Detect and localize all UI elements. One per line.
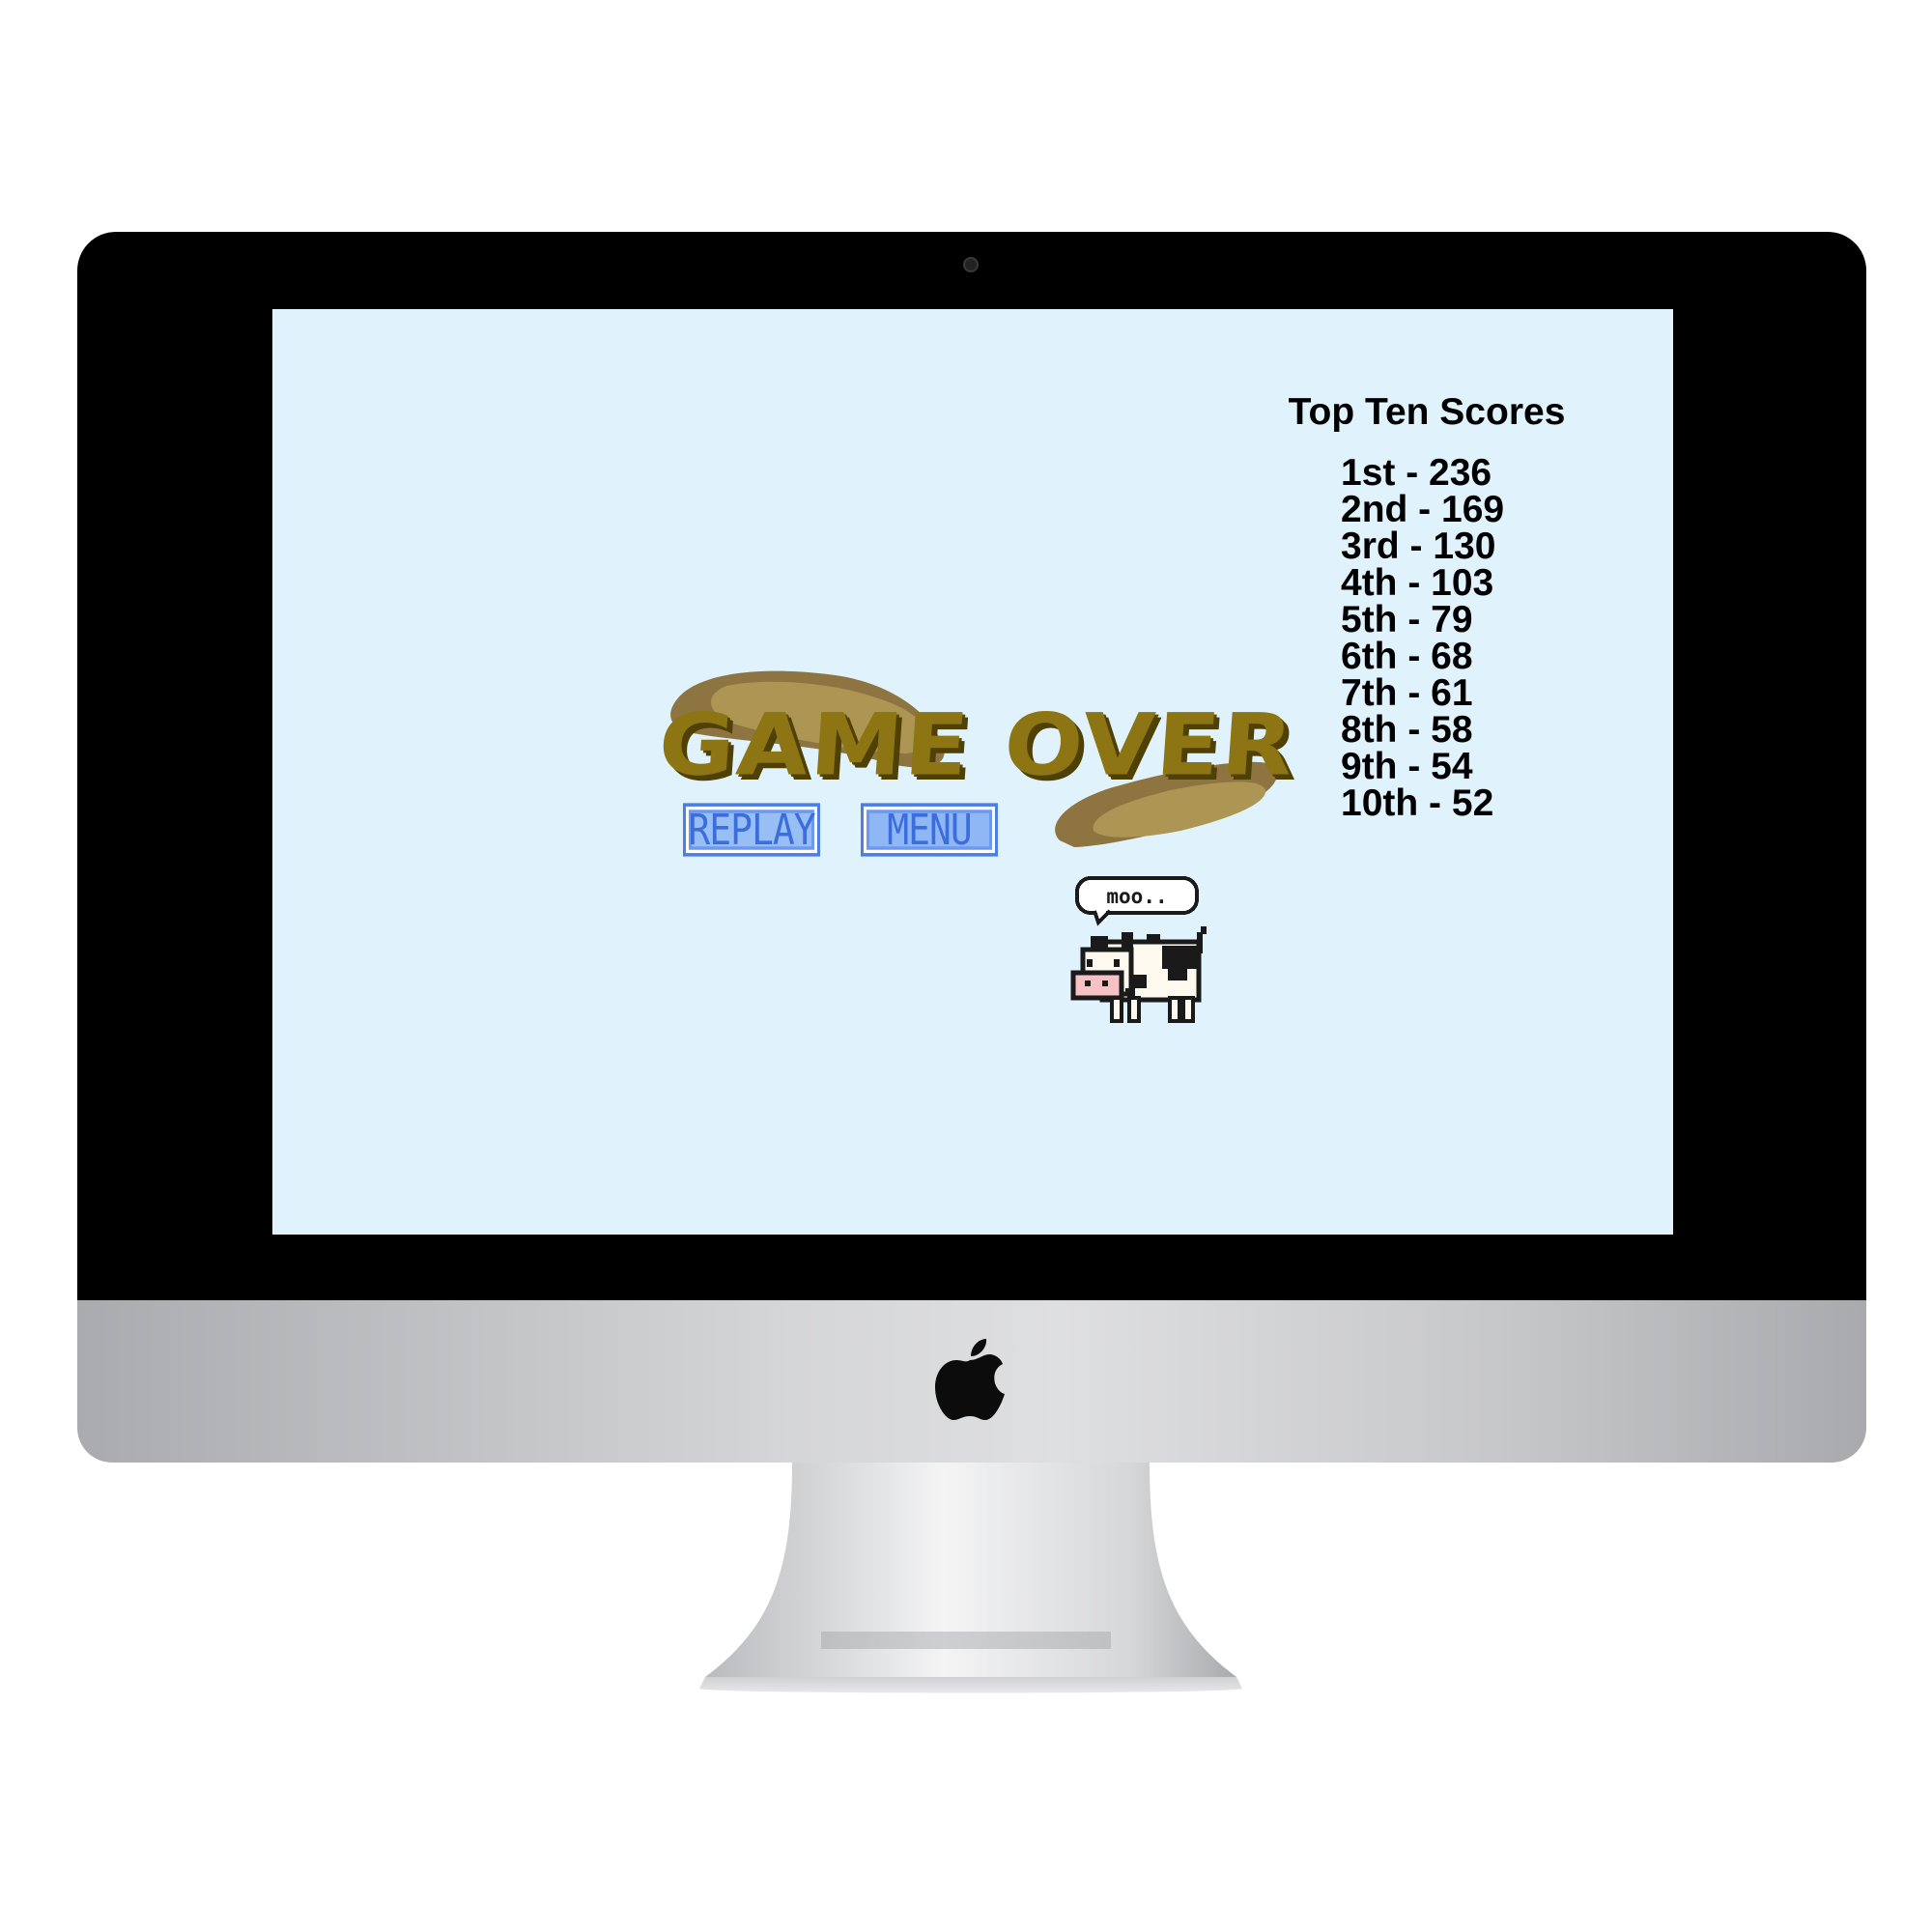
score-value: 52 (1451, 782, 1494, 824)
score-rank: 6th (1341, 636, 1398, 677)
score-rank: 2nd (1341, 489, 1408, 530)
score-entry: 1st - 236 (1341, 452, 1492, 494)
score-entry: 4th - 103 (1341, 562, 1494, 604)
score-value: 236 (1429, 452, 1492, 494)
game-over-title: GAME OVER (655, 695, 1299, 795)
score-entry: 10th - 52 (1341, 782, 1494, 824)
score-rank: 1st (1341, 452, 1396, 494)
cow-icon (1070, 926, 1207, 1023)
score-value: 103 (1431, 562, 1494, 604)
replay-button[interactable]: REPLAY (683, 803, 820, 857)
cow-sprite: moo.. (1070, 876, 1207, 1023)
score-value: 130 (1433, 526, 1496, 567)
monitor-stand (699, 1463, 1242, 1693)
score-value: 61 (1431, 672, 1473, 714)
score-entry: 7th - 61 (1341, 672, 1473, 714)
score-rank: 8th (1341, 709, 1398, 751)
webcam-icon (963, 257, 979, 272)
score-rank: 3rd (1341, 526, 1400, 567)
game-canvas[interactable]: GAME OVER REPLAY MENU Top Ten Scores 1st… (272, 309, 1673, 1235)
scores-list: 1st - 236 2nd - 169 3rd - 130 4th - 103 5th … (1341, 452, 1586, 824)
score-value: 54 (1431, 746, 1473, 787)
score-rank: 10th (1341, 782, 1419, 824)
score-value: 58 (1431, 709, 1473, 751)
scoreboard: Top Ten Scores 1st - 236 2nd - 169 3rd - 1… (1267, 391, 1586, 822)
score-value: 68 (1431, 636, 1473, 677)
score-entry: 8th - 58 (1341, 709, 1473, 751)
score-entry: 2nd - 169 (1341, 489, 1505, 530)
score-rank: 5th (1341, 599, 1398, 640)
speech-bubble: moo.. (1075, 876, 1199, 926)
scoreboard-title: Top Ten Scores (1288, 391, 1566, 433)
score-value: 169 (1441, 489, 1505, 530)
score-entry: 5th - 79 (1341, 599, 1473, 640)
speech-bubble-text: moo.. (1106, 885, 1167, 908)
score-entry: 9th - 54 (1341, 746, 1473, 787)
apple-icon (935, 1339, 1005, 1420)
score-rank: 7th (1341, 672, 1398, 714)
menu-button[interactable]: MENU (861, 803, 998, 857)
score-rank: 4th (1341, 562, 1398, 604)
score-entry: 3rd - 130 (1341, 526, 1496, 567)
score-entry: 6th - 68 (1341, 636, 1473, 677)
score-rank: 9th (1341, 746, 1398, 787)
score-value: 79 (1431, 599, 1473, 640)
